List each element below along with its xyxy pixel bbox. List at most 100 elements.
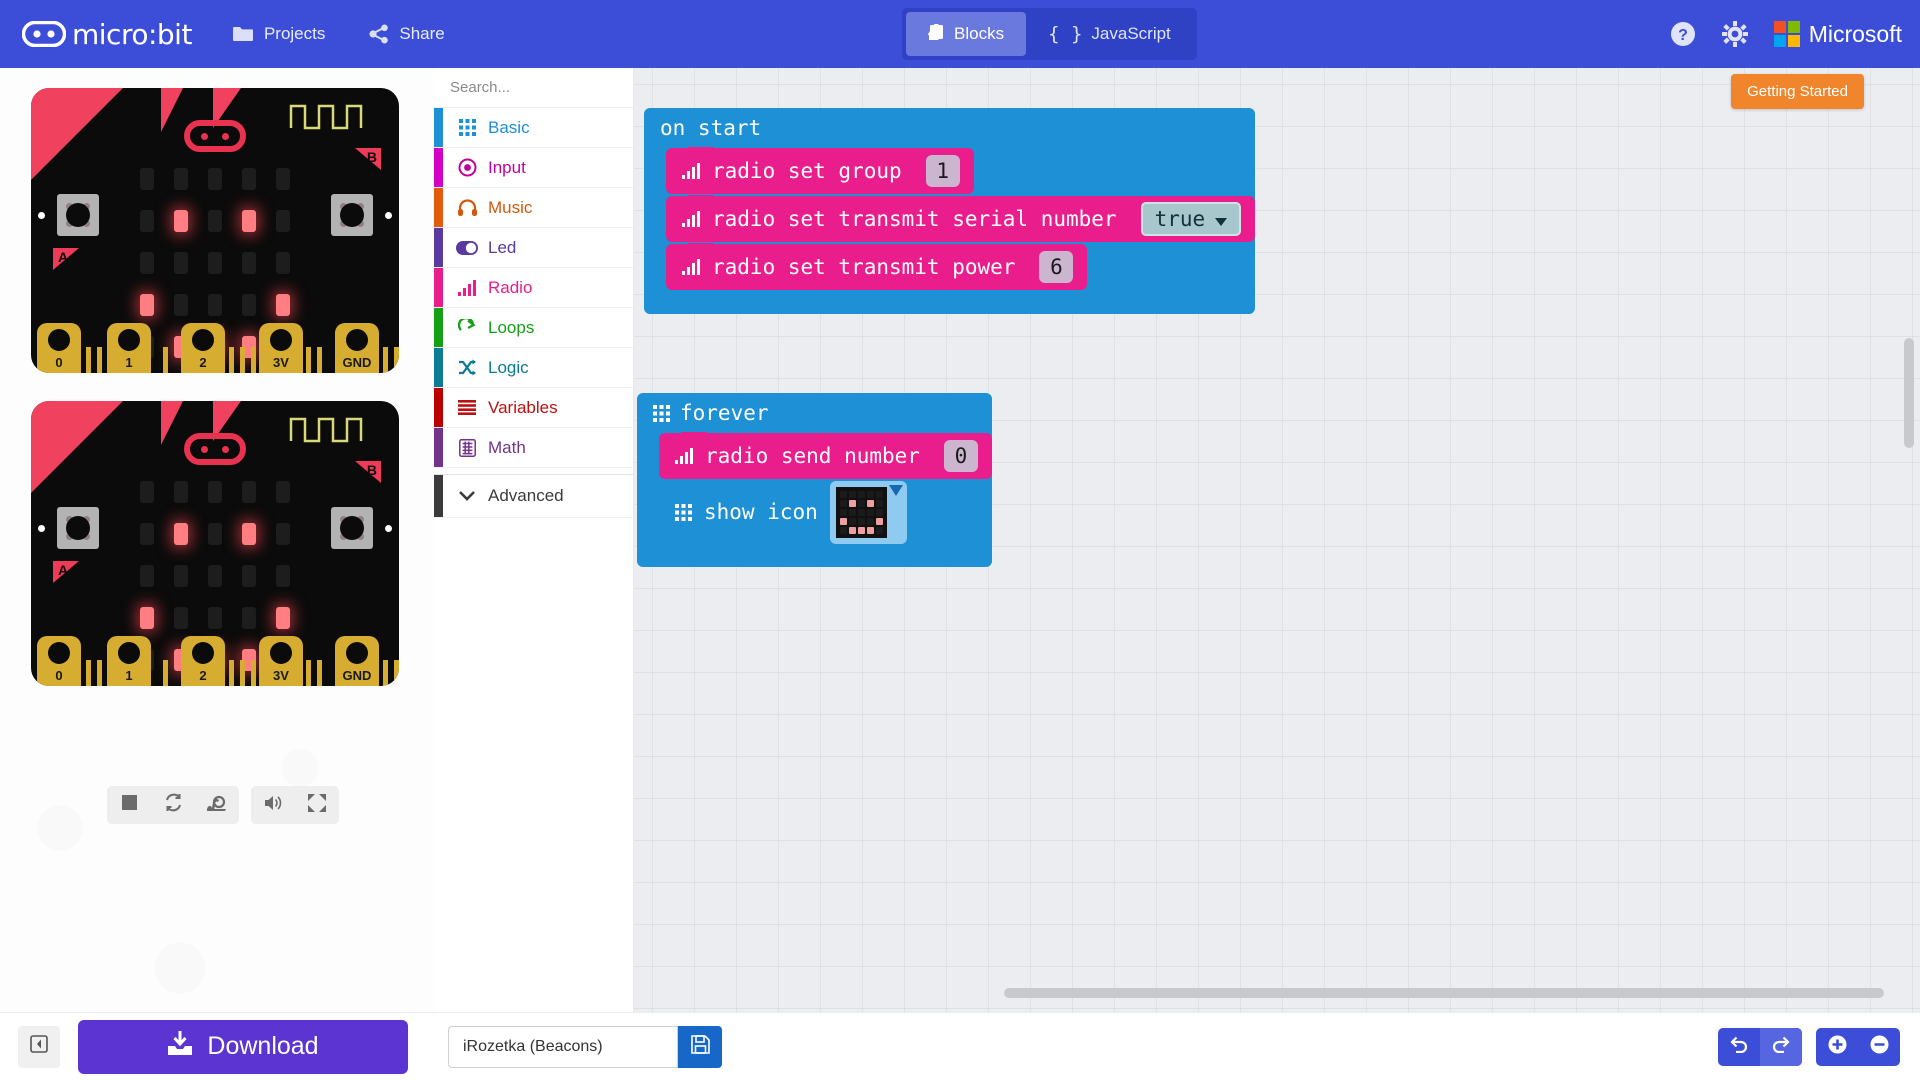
led-2-4 [276, 252, 290, 274]
pin-pad-3V[interactable]: 3V [259, 636, 303, 686]
block-radio-set-transmit-serial-number[interactable]: radio set transmit serial number true [666, 195, 1256, 242]
pin-pad-3V[interactable]: 3V [259, 323, 303, 373]
mini-led-2-0 [839, 508, 847, 516]
pin-label: 0 [55, 355, 63, 370]
menu-item-projects[interactable]: Projects [228, 18, 329, 50]
toolbox-category-math[interactable]: Math [434, 428, 633, 468]
collapse-simulator-button[interactable] [18, 1025, 60, 1068]
pin-pad-GND[interactable]: GND [335, 636, 379, 686]
button-b[interactable] [331, 194, 373, 236]
zoom-in-button[interactable] [1816, 1028, 1858, 1066]
toolbox-category-loops-label: Loops [488, 317, 535, 337]
toolbox-category-led[interactable]: Led [434, 228, 633, 268]
block-on-start-footer [644, 292, 784, 314]
led-0-1 [174, 168, 188, 190]
pin-pad-1[interactable]: 1 [107, 323, 151, 373]
toolbox-search-row [434, 68, 667, 108]
toolbox-category-advanced[interactable]: Advanced [434, 474, 633, 518]
pin-strip [317, 347, 322, 373]
download-button[interactable]: Download [78, 1019, 408, 1074]
simulator-controls [107, 786, 339, 824]
redo-button[interactable] [1760, 1027, 1802, 1066]
radio-group-number-field[interactable]: 1 [925, 155, 960, 187]
block-forever[interactable]: forever radio send number 0 show icon [637, 393, 992, 567]
toolbox-category-logic[interactable]: Logic [434, 348, 633, 388]
category-color-strip [434, 148, 443, 187]
led-2-3 [242, 565, 256, 587]
stop-button[interactable] [107, 786, 151, 824]
toolbox-category-input-label: Input [488, 157, 526, 177]
expand-arrows-icon [308, 793, 326, 817]
workspace-vertical-scrollbar[interactable] [1904, 338, 1914, 448]
pin-label: GND [342, 355, 372, 370]
block-radio-send-number[interactable]: radio send number 0 [659, 432, 992, 479]
transmit-serial-boolean-dropdown[interactable]: true [1140, 202, 1242, 236]
download-icon [167, 1031, 193, 1062]
transmit-power-number-field[interactable]: 6 [1039, 251, 1074, 283]
corner-accent [31, 401, 123, 493]
toolbox-category-music[interactable]: Music [434, 188, 633, 228]
toolbox-category-variables[interactable]: Variables [434, 388, 633, 428]
pin-pad-2[interactable]: 2 [181, 636, 225, 686]
workspace-horizontal-scrollbar[interactable] [1004, 988, 1884, 998]
pin-pad-2[interactable]: 2 [181, 323, 225, 373]
button-a[interactable] [57, 194, 99, 236]
pin-pad-1[interactable]: 1 [107, 636, 151, 686]
download-button-label: Download [207, 1032, 319, 1060]
pin-pad-0[interactable]: 0 [37, 323, 81, 373]
menu-item-share[interactable]: Share [365, 18, 448, 50]
pin-label: GND [342, 668, 372, 683]
save-project-button[interactable] [678, 1025, 722, 1068]
pin-pad-GND[interactable]: GND [335, 323, 379, 373]
show-icon-matrix-dropdown[interactable] [829, 480, 907, 544]
toolbox-category-radio[interactable]: Radio [434, 268, 633, 308]
block-radio-set-group[interactable]: radio set group 1 [666, 147, 974, 194]
restart-button[interactable] [151, 786, 195, 824]
led-3-3 [242, 294, 256, 316]
brand-logo[interactable]: micro:bit [22, 18, 192, 51]
project-name-input[interactable] [448, 1025, 678, 1068]
block-on-start[interactable]: on start radio set group 1 radio set tra… [644, 108, 1256, 314]
search-input[interactable] [450, 79, 649, 96]
tab-blocks[interactable]: Blocks [906, 12, 1027, 56]
led-1-0 [140, 523, 154, 545]
restart-arrows-icon [164, 793, 183, 817]
fullscreen-button[interactable] [295, 786, 339, 824]
menu-item-share-label: Share [399, 24, 445, 43]
wave-trace-icon [289, 104, 363, 130]
zoom-out-button[interactable] [1858, 1028, 1900, 1066]
block-radio-set-transmit-power[interactable]: radio set transmit power 6 [666, 243, 1088, 290]
gear-icon[interactable] [1721, 21, 1748, 47]
blocks-toolbox: Basic Input Music Led Radio Loops Logic Variabl… [434, 68, 667, 1012]
question-circle-icon[interactable]: ? [1670, 21, 1696, 47]
button-b[interactable] [331, 507, 373, 549]
blocks-workspace-canvas[interactable]: Getting Started on start radio set group… [634, 68, 1920, 1012]
block-radio-send-number-label: radio send number [705, 444, 920, 468]
slow-motion-button[interactable] [195, 786, 239, 824]
mini-led-4-4 [875, 526, 883, 534]
toolbox-category-loops[interactable]: Loops [434, 308, 633, 348]
pin-strip [163, 660, 168, 686]
led-3-1 [174, 607, 188, 629]
toolbox-category-basic[interactable]: Basic [434, 108, 633, 148]
block-show-icon[interactable]: show icon [659, 480, 921, 544]
led-3-2 [208, 607, 222, 629]
getting-started-button[interactable]: Getting Started [1731, 74, 1864, 109]
microbit-simulator-1[interactable]: A B 0 1 2 3V GND [31, 88, 399, 373]
block-radio-set-transmit-serial-number-label: radio set transmit serial number [712, 207, 1117, 231]
microbit-simulator-2[interactable]: A B 0 1 2 3V GND [31, 401, 399, 686]
led-0-0 [140, 168, 154, 190]
pin-pad-0[interactable]: 0 [37, 636, 81, 686]
zoom-group [1816, 1027, 1900, 1066]
toggle-icon [456, 240, 478, 255]
radio-send-number-field[interactable]: 0 [943, 440, 978, 472]
undo-button[interactable] [1718, 1028, 1760, 1066]
editor-mode-toggle: Blocks { } JavaScript [902, 8, 1197, 60]
mute-button[interactable] [251, 786, 295, 824]
button-a[interactable] [57, 507, 99, 549]
toolbox-category-input[interactable]: Input [434, 148, 633, 188]
tab-javascript[interactable]: { } JavaScript [1026, 12, 1193, 56]
microsoft-account-link[interactable]: Microsoft [1773, 21, 1902, 48]
button-b-flag: B [355, 461, 381, 483]
led-0-3 [242, 168, 256, 190]
